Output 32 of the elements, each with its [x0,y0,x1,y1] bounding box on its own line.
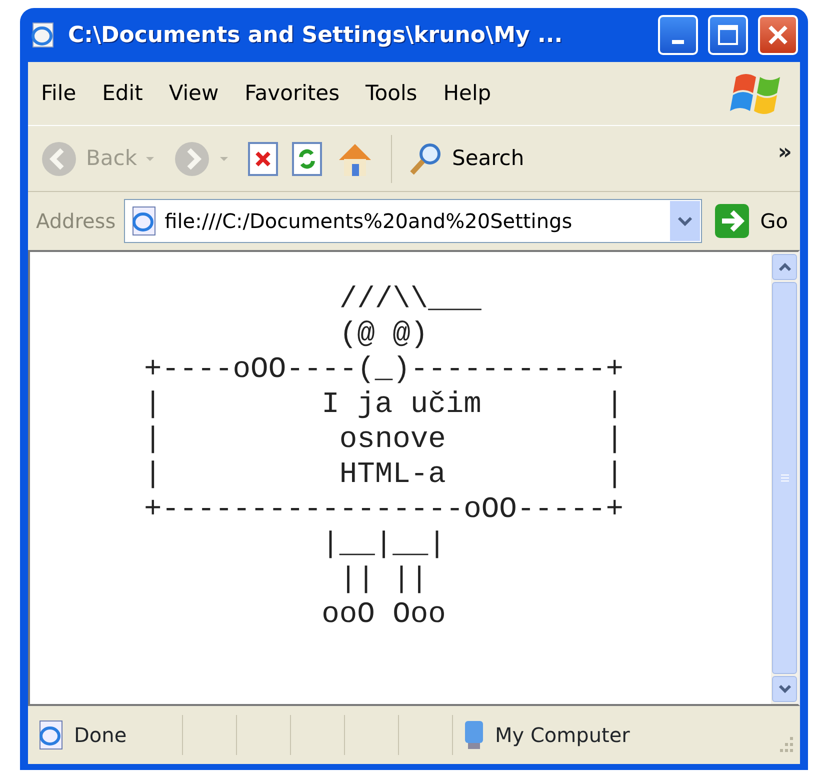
more-button[interactable]: » [778,136,792,169]
chevron-up-icon [778,262,792,272]
stop-icon [246,140,279,176]
menu-item[interactable]: Tools [352,74,430,114]
chevron-down-icon [677,215,694,227]
ascii-art: ///\\___ (@ @) +----oOO----(_)-----------+ | I ja učim | | osnove | | HTML-a | +-----------------oOO-----+ |__|__| || || ooO Ooo [143,281,624,632]
close-button[interactable] [758,15,798,55]
menu-item[interactable]: Edit [89,74,156,114]
grip-icon [780,473,790,483]
minimize-button[interactable] [658,15,698,55]
window-title: C:\Documents and Settings\kruno\My ... [68,22,564,50]
search-button[interactable]: Search [404,138,528,178]
menu-item[interactable]: File [28,74,90,114]
scroll-thumb[interactable] [772,282,797,674]
scroll-up-button[interactable] [772,254,797,280]
maximize-button[interactable] [708,15,748,55]
scroll-down-button[interactable] [772,676,797,702]
zone-text: My Computer [495,722,630,749]
status-text: Done [74,722,127,749]
address-label: Address [36,208,116,235]
chevron-down-icon [778,684,792,694]
maximize-icon [717,24,739,46]
menu-item[interactable]: Help [430,74,504,114]
menu-item[interactable]: View [156,74,232,114]
close-icon [767,24,789,46]
go-button[interactable]: Go [710,203,792,239]
scrollbar[interactable] [771,252,798,704]
minimize-icon [672,40,684,44]
address-combo[interactable]: file:///C:/Documents%20and%20Settings [124,199,702,243]
refresh-icon [290,140,323,176]
menu-item[interactable]: Favorites [232,74,353,114]
dropdown-button[interactable] [670,201,700,241]
